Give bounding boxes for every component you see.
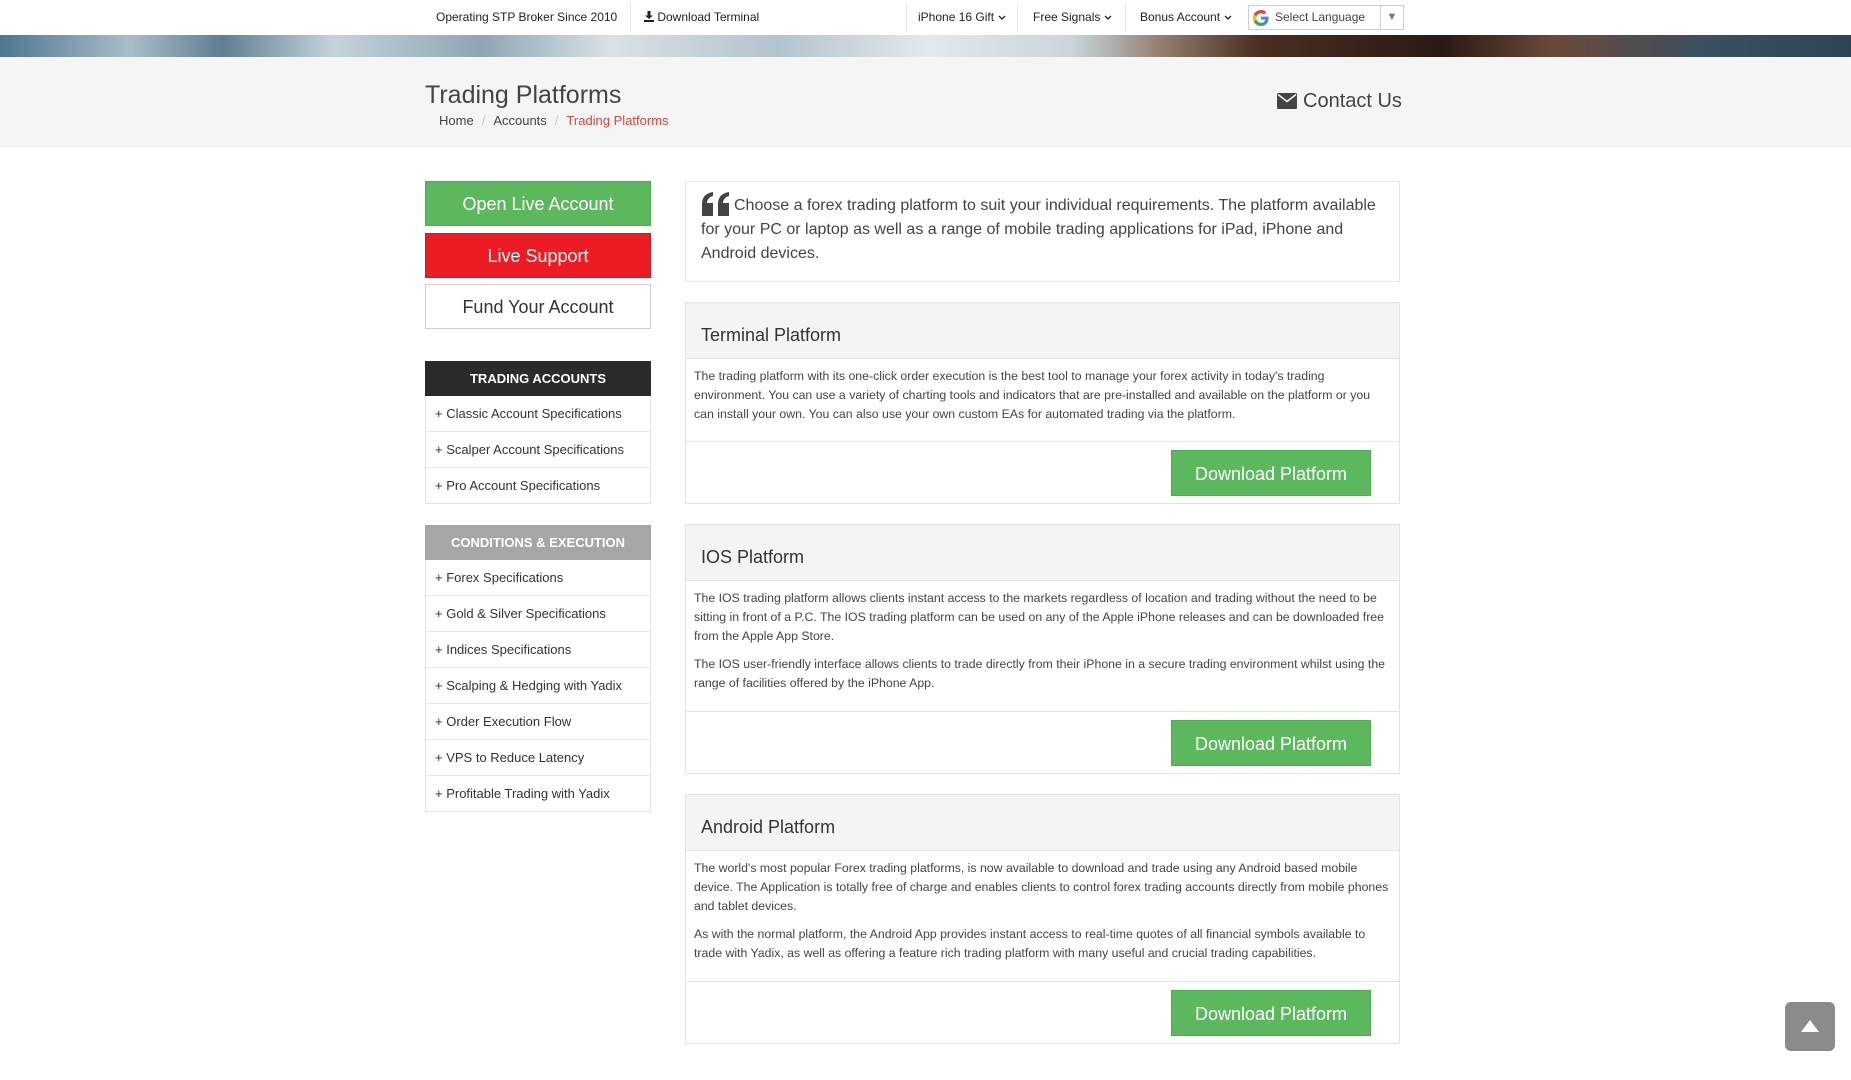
breadcrumb-home[interactable]: Home <box>439 113 474 128</box>
panel-body: The IOS trading platform allows clients … <box>686 581 1399 712</box>
sidebar-item-scalper-account[interactable]: + Scalper Account Specifications <box>426 431 650 467</box>
page-header: Trading Platforms Home / Accounts / Trading … <box>0 57 1851 147</box>
sidebar-item-profitable-trading[interactable]: + Profitable Trading with Yadix <box>426 775 650 811</box>
divider <box>1017 3 1018 32</box>
language-select[interactable]: Select Language ▼ <box>1248 5 1404 30</box>
breadcrumb-separator: / <box>481 113 486 128</box>
free-signals-menu[interactable]: Free Signals <box>1033 0 1112 35</box>
intro-text: Choose a forex trading platform to suit … <box>701 197 1376 262</box>
contact-us-label: Contact Us <box>1303 90 1402 112</box>
sidebar-item-classic-account[interactable]: + Classic Account Specifications <box>426 396 650 431</box>
conditions-execution-list: + Forex Specifications + Gold & Silver S… <box>425 560 651 812</box>
conditions-execution-heading: CONDITIONS & EXECUTION <box>425 525 651 560</box>
sidebar-item-pro-account[interactable]: + Pro Account Specifications <box>426 467 650 503</box>
panel-header: Android Platform <box>686 795 1399 851</box>
open-live-account-button[interactable]: Open Live Account <box>425 181 651 226</box>
scroll-to-top-button[interactable] <box>1785 1002 1835 1051</box>
panel-header: Terminal Platform <box>686 303 1399 359</box>
sidebar-item-scalping-hedging[interactable]: + Scalping & Hedging with Yadix <box>426 667 650 703</box>
trading-accounts-heading: TRADING ACCOUNTS <box>425 361 651 396</box>
bonus-account-label: Bonus Account <box>1140 10 1221 24</box>
breadcrumb-accounts[interactable]: Accounts <box>493 113 546 128</box>
panel-body: The world's most popular Forex trading p… <box>686 851 1399 982</box>
top-bar: Operating STP Broker Since 2010 Download… <box>0 0 1851 35</box>
panel-footer: Download Platform <box>686 982 1399 1046</box>
bonus-account-menu[interactable]: Bonus Account <box>1140 0 1232 35</box>
panel-paragraph: The trading platform with its one-click … <box>694 369 1371 421</box>
terminal-platform-panel: Terminal Platform The trading platform w… <box>685 302 1400 504</box>
sidebar-item-forex-specs[interactable]: + Forex Specifications <box>426 560 650 595</box>
panel-paragraph: The IOS user-friendly interface allows c… <box>694 657 1385 690</box>
chevron-down-icon <box>998 15 1006 20</box>
panel-header: IOS Platform <box>686 525 1399 581</box>
google-icon <box>1253 10 1269 26</box>
divider <box>630 3 631 32</box>
breadcrumb: Home / Accounts / Trading Platforms <box>439 113 669 128</box>
page-title: Trading Platforms <box>425 81 622 109</box>
header-banner-image <box>0 35 1851 57</box>
chevron-down-icon <box>1104 15 1112 20</box>
panel-footer: Download Platform <box>686 712 1399 776</box>
arrow-up-icon <box>1801 1020 1819 1032</box>
tagline: Operating STP Broker Since 2010 <box>436 10 618 24</box>
android-platform-panel: Android Platform The world's most popula… <box>685 794 1400 1044</box>
download-platform-button[interactable]: Download Platform <box>1171 990 1371 1036</box>
panel-title: Terminal Platform <box>701 325 842 345</box>
language-label: Select Language <box>1275 10 1366 24</box>
panel-title: Android Platform <box>701 817 836 837</box>
breadcrumb-current: Trading Platforms <box>566 113 669 128</box>
panel-paragraph: The world's most popular Forex trading p… <box>694 861 1389 913</box>
download-platform-button[interactable]: Download Platform <box>1171 720 1371 766</box>
sidebar-item-indices-specs[interactable]: + Indices Specifications <box>426 631 650 667</box>
iphone-gift-label: iPhone 16 Gift <box>918 10 995 24</box>
contact-us-link[interactable]: Contact Us <box>1277 90 1402 113</box>
download-platform-button[interactable]: Download Platform <box>1171 450 1371 496</box>
breadcrumb-separator: / <box>554 113 559 128</box>
chevron-down-icon <box>1224 15 1232 20</box>
divider <box>906 3 907 32</box>
panel-paragraph: As with the normal platform, the Android… <box>694 927 1366 960</box>
fund-account-button[interactable]: Fund Your Account <box>425 284 651 329</box>
free-signals-label: Free Signals <box>1033 10 1101 24</box>
trading-accounts-list: + Classic Account Specifications + Scalp… <box>425 396 651 504</box>
iphone-gift-menu[interactable]: iPhone 16 Gift <box>918 0 1006 35</box>
sidebar-item-gold-silver-specs[interactable]: + Gold & Silver Specifications <box>426 595 650 631</box>
panel-footer: Download Platform <box>686 442 1399 506</box>
download-terminal-link[interactable]: Download Terminal <box>644 0 759 35</box>
envelope-icon <box>1277 93 1297 109</box>
live-support-button[interactable]: Live Support <box>425 233 651 278</box>
sidebar-item-vps-latency[interactable]: + VPS to Reduce Latency <box>426 739 650 775</box>
download-icon <box>644 11 654 22</box>
panel-body: The trading platform with its one-click … <box>686 359 1399 442</box>
divider <box>1125 3 1126 32</box>
panel-paragraph: The IOS trading platform allows clients … <box>694 591 1384 643</box>
intro-box: Choose a forex trading platform to suit … <box>685 181 1400 282</box>
panel-title: IOS Platform <box>701 547 805 567</box>
dropdown-arrow-icon: ▼ <box>1380 6 1403 29</box>
download-terminal-label: Download Terminal <box>657 10 760 24</box>
ios-platform-panel: IOS Platform The IOS trading platform al… <box>685 524 1400 774</box>
sidebar-item-order-execution[interactable]: + Order Execution Flow <box>426 703 650 739</box>
